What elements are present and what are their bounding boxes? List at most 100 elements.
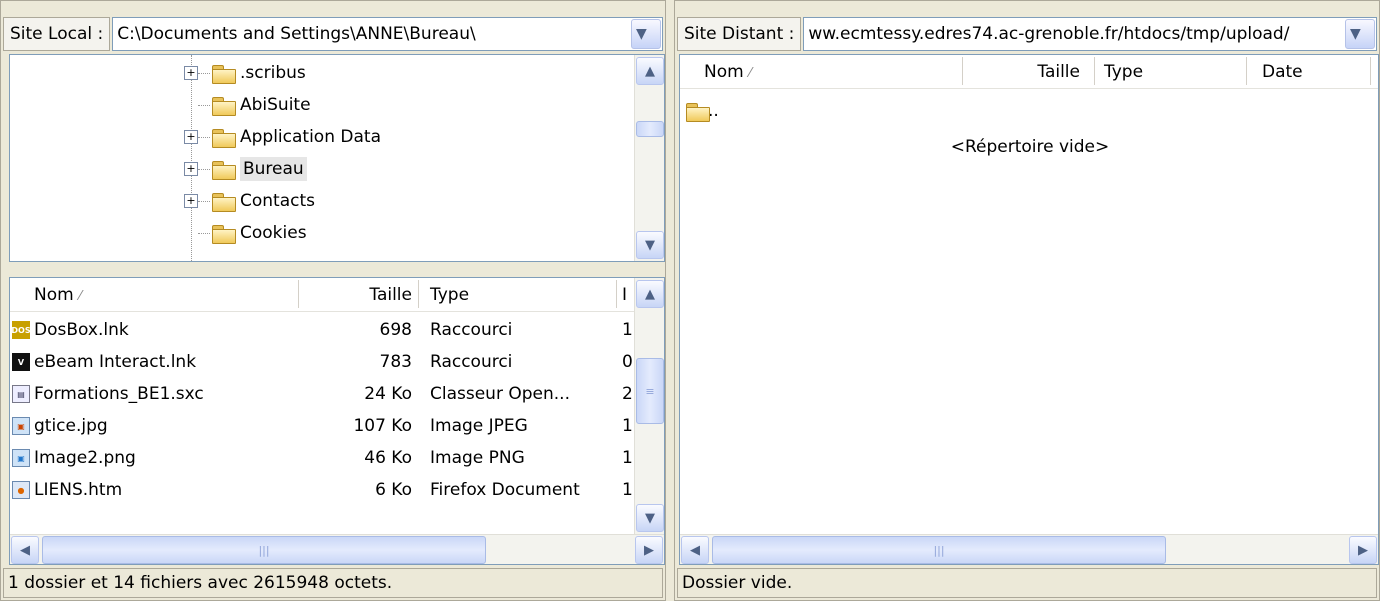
table-row[interactable]: VeBeam Interact.lnk 783 Raccourci 0 xyxy=(10,346,633,378)
local-col-type[interactable]: Type xyxy=(430,285,469,305)
arrow-left-icon: ◀ xyxy=(20,542,30,558)
expand-icon[interactable]: + xyxy=(184,130,198,144)
remote-scroll-left-button[interactable]: ◀ xyxy=(681,536,709,564)
folder-icon xyxy=(212,224,236,244)
table-row[interactable]: DOS DosBox.lnk 698 Raccourci 1 xyxy=(10,314,633,346)
local-col-name[interactable]: Nom ⁄ xyxy=(34,285,81,305)
file-size: 698 xyxy=(379,320,412,340)
file-date: 1 xyxy=(622,320,633,340)
file-size: 6 Ko xyxy=(375,480,412,500)
chevron-down-icon: ▼ xyxy=(1350,26,1361,42)
local-col-size[interactable]: Taille xyxy=(362,285,412,305)
firefox-doc-icon: ● xyxy=(12,481,30,499)
remote-path-value[interactable]: ww.ecmtessy.edres74.ac-grenoble.fr/htdoc… xyxy=(804,24,1344,44)
tree-vertical-scrollbar[interactable]: ▲ ▼ xyxy=(634,55,664,261)
local-site-label: Site Local : xyxy=(3,17,111,51)
tree-connector xyxy=(198,105,210,106)
tree-item[interactable]: + Bureau xyxy=(176,153,307,185)
dosbox-icon: DOS xyxy=(11,321,31,339)
table-row[interactable]: ▣ Image2.png 46 Ko Image PNG 1 xyxy=(10,442,633,474)
remote-horizontal-scrollbar[interactable]: ◀ ||| ▶ xyxy=(680,534,1378,564)
table-row[interactable]: ▣ gtice.jpg 107 Ko Image JPEG 1 xyxy=(10,410,633,442)
local-path-value[interactable]: C:\Documents and Settings\ANNE\Bureau\ xyxy=(113,24,630,44)
col-name-label: Nom xyxy=(704,61,744,82)
tree-item[interactable]: + Contacts xyxy=(176,185,315,217)
tree-item[interactable]: Cookies xyxy=(176,217,307,249)
local-file-list[interactable]: Nom ⁄ Taille Type I DOS DosBox.lnk 698 Racc… xyxy=(9,277,665,565)
remote-path-dropdown-button[interactable]: ▼ xyxy=(1345,19,1375,49)
column-separator xyxy=(616,280,617,308)
tree-scroll-up-button[interactable]: ▲ xyxy=(636,57,664,85)
file-date: 1 xyxy=(622,448,633,468)
local-folder-tree[interactable]: + .scribus AbiSuite + Application Data + Burea… xyxy=(9,54,665,262)
local-col-date[interactable]: I xyxy=(622,285,627,305)
list-hscroll-thumb[interactable]: ||| xyxy=(42,536,486,564)
remote-col-size[interactable]: Taille xyxy=(1020,62,1080,82)
local-path-combo[interactable]: C:\Documents and Settings\ANNE\Bureau\ ▼ xyxy=(112,17,663,51)
file-size: 46 Ko xyxy=(364,448,412,468)
column-separator xyxy=(418,280,419,308)
tree-item-label: Application Data xyxy=(240,127,381,147)
expand-icon[interactable]: + xyxy=(184,162,198,176)
file-date: 1 xyxy=(622,416,633,436)
tree-scroll-thumb[interactable] xyxy=(636,121,664,137)
folder-icon xyxy=(212,96,236,116)
local-list-header: Nom ⁄ Taille Type I xyxy=(10,278,634,312)
file-name: gtice.jpg xyxy=(34,416,108,436)
arrow-right-icon: ▶ xyxy=(1358,542,1368,558)
grip-icon: ≡ xyxy=(645,384,655,398)
tree-item[interactable]: + .scribus xyxy=(176,57,306,89)
expand-icon[interactable]: + xyxy=(184,194,198,208)
empty-directory-message: <Répertoire vide> xyxy=(950,137,1110,157)
folder-icon xyxy=(212,128,236,148)
column-separator xyxy=(1370,57,1371,85)
file-size: 24 Ko xyxy=(364,384,412,404)
local-pane: Site Local : C:\Documents and Settings\A… xyxy=(0,0,666,601)
list-horizontal-scrollbar[interactable]: ◀ ||| ▶ xyxy=(10,534,664,564)
local-site-bar: Site Local : C:\Documents and Settings\A… xyxy=(3,16,663,52)
file-type: Classeur Open... xyxy=(430,384,570,404)
col-name-label: Nom xyxy=(34,284,74,305)
table-row[interactable]: ▤ Formations_BE1.sxc 24 Ko Classeur Open...… xyxy=(10,378,633,410)
local-path-dropdown-button[interactable]: ▼ xyxy=(631,19,661,49)
remote-col-type[interactable]: Type xyxy=(1104,62,1143,82)
expand-icon[interactable]: + xyxy=(184,66,198,80)
remote-path-combo[interactable]: ww.ecmtessy.edres74.ac-grenoble.fr/htdoc… xyxy=(803,17,1377,51)
list-scroll-down-button[interactable]: ▼ xyxy=(636,504,664,532)
tree-item[interactable]: + Application Data xyxy=(176,121,381,153)
list-vertical-scrollbar[interactable]: ▲ ≡ ▼ xyxy=(634,278,664,534)
tree-connector xyxy=(198,201,210,202)
file-name: eBeam Interact.lnk xyxy=(34,352,197,372)
remote-scroll-right-button[interactable]: ▶ xyxy=(1349,536,1377,564)
file-size: 783 xyxy=(379,352,412,372)
remote-file-list[interactable]: Nom ⁄ Taille Type Date .. <Répertoire vi… xyxy=(679,54,1379,565)
remote-site-label: Site Distant : xyxy=(677,17,802,51)
tree-item-label: AbiSuite xyxy=(240,95,311,115)
list-scroll-thumb[interactable]: ≡ xyxy=(636,358,664,424)
file-name: LIENS.htm xyxy=(34,480,123,500)
file-type: Raccourci xyxy=(430,320,513,340)
tree-connector xyxy=(198,73,210,74)
chevron-down-icon: ▼ xyxy=(645,237,655,253)
tree-connector xyxy=(198,169,210,170)
remote-col-date[interactable]: Date xyxy=(1262,62,1303,82)
list-scroll-left-button[interactable]: ◀ xyxy=(11,536,39,564)
arrow-left-icon: ◀ xyxy=(690,542,700,558)
tree-item-label: .scribus xyxy=(240,63,306,83)
remote-col-name[interactable]: Nom ⁄ xyxy=(704,62,751,82)
list-scroll-up-button[interactable]: ▲ xyxy=(636,280,664,308)
column-separator xyxy=(1094,57,1095,85)
parent-directory-row[interactable]: .. xyxy=(686,95,719,127)
spreadsheet-icon: ▤ xyxy=(12,385,30,403)
tree-scroll-down-button[interactable]: ▼ xyxy=(636,231,664,259)
remote-list-header: Nom ⁄ Taille Type Date xyxy=(680,55,1378,89)
folder-icon xyxy=(212,192,236,212)
arrow-right-icon: ▶ xyxy=(644,542,654,558)
list-scroll-right-button[interactable]: ▶ xyxy=(635,536,663,564)
remote-hscroll-thumb[interactable]: ||| xyxy=(712,536,1166,564)
tree-item[interactable]: AbiSuite xyxy=(176,89,311,121)
arrow-up-icon: ▲ xyxy=(645,286,655,302)
folder-icon xyxy=(686,102,710,122)
table-row[interactable]: ● LIENS.htm 6 Ko Firefox Document 1 xyxy=(10,474,633,506)
remote-status-bar: Dossier vide. xyxy=(677,568,1377,598)
